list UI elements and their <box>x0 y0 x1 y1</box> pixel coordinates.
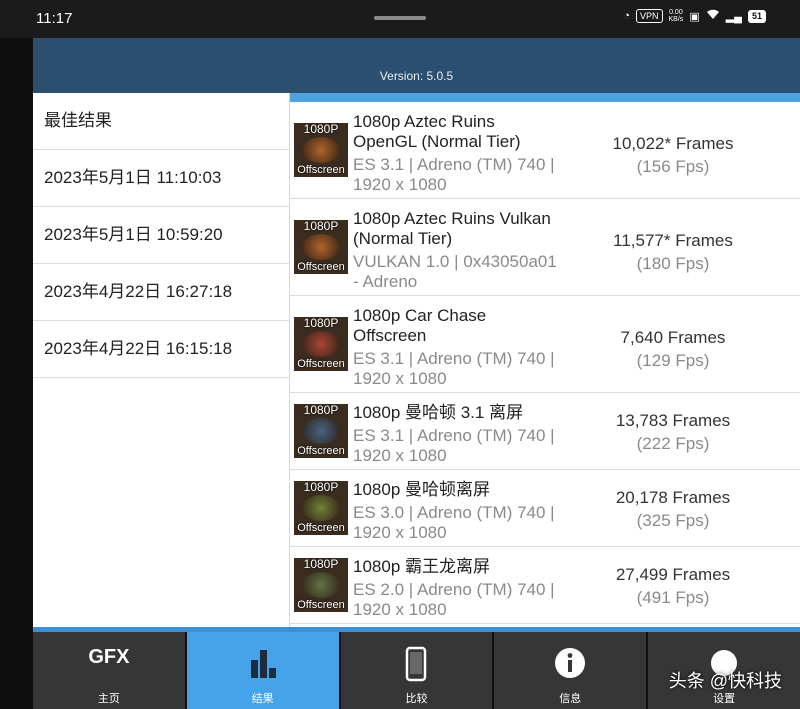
app-header: Version: 5.0.5 <box>33 38 800 93</box>
test-thumbnail: 1080P Offscreen <box>294 220 348 274</box>
results-top-bar <box>290 93 800 102</box>
thumbnail-resolution: 1080P <box>303 481 339 494</box>
test-details: ES 3.0 | Adreno (TM) 740 | 1920 x 1080 <box>353 503 555 542</box>
tab-label: 信息 <box>559 693 582 705</box>
best-results-item[interactable]: 最佳结果 <box>33 93 289 150</box>
thumbnail-art <box>302 495 340 521</box>
session-item[interactable]: 2023年5月1日 11:10:03 <box>33 150 289 207</box>
test-thumbnail: 1080P Offscreen <box>294 404 348 458</box>
speedometer-icon: ◔ <box>623 10 630 22</box>
result-row[interactable]: 1080P Offscreen 1080p Aztec Ruins OpenGL… <box>290 102 800 199</box>
test-title: 1080p Car Chase Offscreen <box>353 306 487 345</box>
tab-info[interactable]: 信息 <box>492 632 647 709</box>
test-title: 1080p Aztec Ruins OpenGL (Normal Tier) <box>353 112 521 151</box>
status-icons: ◔ VPN 0.00 KB/s ▣ ▂▄ 51 <box>623 9 766 23</box>
sim-icon: ▣ <box>689 10 700 23</box>
phone-icon <box>341 646 493 688</box>
status-bar: 11:17 ◔ VPN 0.00 KB/s ▣ ▂▄ 51 <box>0 0 800 38</box>
test-title: 1080p 曼哈顿 3.1 离屏 <box>353 403 524 422</box>
frames-value: 13,783 Frames <box>615 411 731 430</box>
thumbnail-resolution: 1080P <box>303 220 339 233</box>
tab-results[interactable]: 结果 <box>184 632 339 709</box>
session-list: 最佳结果 2023年5月1日 11:10:03 2023年5月1日 10:59:… <box>33 93 290 627</box>
thumbnail-mode: Offscreen <box>297 522 345 534</box>
frames-value: 27,499 Frames <box>615 565 731 584</box>
test-details: ES 2.0 | Adreno (TM) 740 | 1920 x 1080 <box>353 580 555 619</box>
info-icon <box>494 646 646 686</box>
gfx-logo-icon: GFX <box>88 646 130 668</box>
test-thumbnail: 1080P Offscreen <box>294 558 348 612</box>
thumbnail-mode: Offscreen <box>297 358 345 370</box>
frames-value: 7,640 Frames <box>620 328 726 347</box>
thumbnail-art <box>302 331 340 357</box>
thumbnail-art <box>302 418 340 444</box>
test-title: 1080p Aztec Ruins Vulkan (Normal Tier) <box>353 209 551 248</box>
test-thumbnail: 1080P Offscreen <box>294 481 348 535</box>
fps-value: (222 Fps) <box>636 434 710 453</box>
test-thumbnail: 1080P Offscreen <box>294 317 348 371</box>
fps-value: (180 Fps) <box>636 254 710 273</box>
result-row[interactable]: 1080P Offscreen 1080p 曼哈顿离屏 ES 3.0 | Adr… <box>290 470 800 547</box>
test-details: ES 3.1 | Adreno (TM) 740 | 1920 x 1080 <box>353 155 555 194</box>
test-title: 1080p 曼哈顿离屏 <box>353 480 490 499</box>
fps-value: (129 Fps) <box>636 351 710 370</box>
frames-value: 11,577* Frames <box>613 231 733 250</box>
thumbnail-mode: Offscreen <box>297 599 345 611</box>
session-item[interactable]: 2023年4月22日 16:27:18 <box>33 264 289 321</box>
tab-label: 结果 <box>251 693 274 705</box>
test-thumbnail: 1080P Offscreen <box>294 123 348 177</box>
network-speed: 0.00 KB/s <box>668 9 684 23</box>
status-time: 11:17 <box>36 10 73 27</box>
notch-pill <box>374 16 426 20</box>
thumbnail-art <box>302 137 340 163</box>
frames-value: 10,022* Frames <box>612 134 734 153</box>
thumbnail-resolution: 1080P <box>303 123 339 136</box>
test-details: ES 3.1 | Adreno (TM) 740 | 1920 x 1080 <box>353 349 555 388</box>
vpn-icon: VPN <box>636 9 663 23</box>
thumbnail-art <box>302 234 340 260</box>
version-label: Version: 5.0.5 <box>379 69 454 83</box>
result-row[interactable]: 1080P Offscreen 1080p Aztec Ruins Vulkan… <box>290 199 800 296</box>
result-row[interactable]: 1080P Offscreen 1080p 霸王龙离屏 ES 2.0 | Adr… <box>290 547 800 624</box>
thumbnail-art <box>302 572 340 598</box>
tab-compare[interactable]: 比较 <box>338 632 493 709</box>
result-row[interactable]: 1080P Offscreen 1080p Car Chase Offscree… <box>290 296 800 393</box>
watermark: 头条 @快科技 <box>668 671 782 691</box>
thumbnail-mode: Offscreen <box>297 164 345 176</box>
fps-value: (325 Fps) <box>636 511 710 530</box>
result-row[interactable]: 1080P Offscreen 1080p 曼哈顿 3.1 离屏 ES 3.1 … <box>290 393 800 470</box>
fps-value: (156 Fps) <box>636 157 710 176</box>
fps-value: (491 Fps) <box>636 588 710 607</box>
thumbnail-resolution: 1080P <box>303 317 339 330</box>
battery-icon: 51 <box>747 9 766 23</box>
wifi-icon <box>706 9 720 23</box>
thumbnail-mode: Offscreen <box>297 261 345 273</box>
tab-label: 主页 <box>97 693 120 705</box>
frames-value: 20,178 Frames <box>615 488 731 507</box>
thumbnail-mode: Offscreen <box>297 445 345 457</box>
signal-icon: ▂▄ <box>725 10 742 23</box>
tab-label: 比较 <box>405 693 428 705</box>
bar-chart-icon <box>187 646 339 686</box>
results-list: 1080P Offscreen 1080p Aztec Ruins OpenGL… <box>290 93 800 627</box>
thumbnail-resolution: 1080P <box>303 558 339 571</box>
gfxbench-app: Version: 5.0.5 最佳结果 2023年5月1日 11:10:03 2… <box>33 38 800 709</box>
test-title: 1080p 霸王龙离屏 <box>353 557 490 576</box>
test-details: VULKAN 1.0 | 0x43050a01 - Adreno <box>353 252 557 291</box>
tab-home[interactable]: GFX 主页 <box>33 632 185 709</box>
session-item[interactable]: 2023年5月1日 10:59:20 <box>33 207 289 264</box>
thumbnail-resolution: 1080P <box>303 404 339 417</box>
test-details: ES 3.1 | Adreno (TM) 740 | 1920 x 1080 <box>353 426 555 465</box>
session-item[interactable]: 2023年4月22日 16:15:18 <box>33 321 289 378</box>
